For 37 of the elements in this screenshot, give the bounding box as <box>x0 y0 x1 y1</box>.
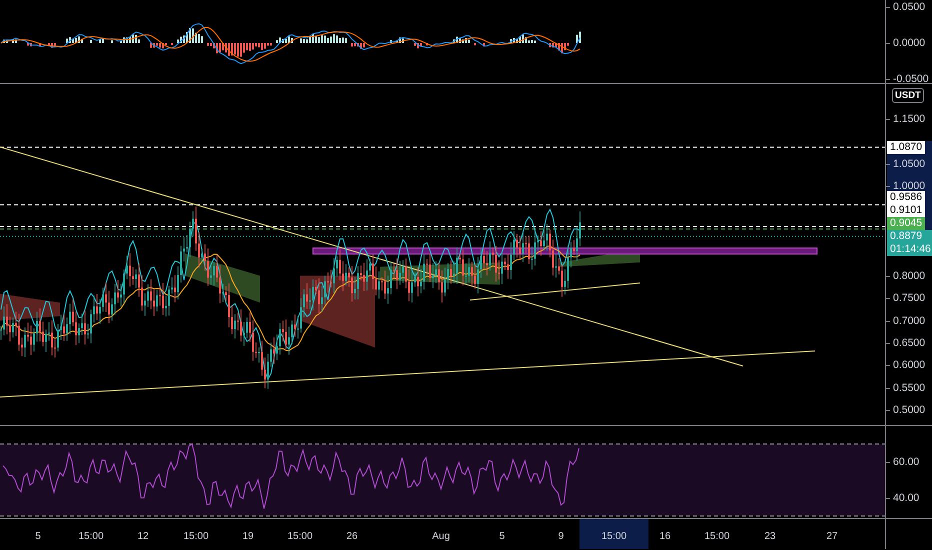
price-label: 1.0500 <box>893 158 926 170</box>
price-label: 1.1500 <box>893 113 926 125</box>
price-value: 0.9101 <box>890 204 922 217</box>
time-label: 15:00 <box>286 530 314 544</box>
price-label: 1.0000 <box>893 180 926 192</box>
time-label: 9 <box>557 530 565 544</box>
price-value: 0.8879 <box>890 230 924 243</box>
time-label: 27 <box>825 530 839 544</box>
price-value: 0.9586 <box>890 190 922 204</box>
time-label: Aug <box>431 530 451 544</box>
price-value: 1.0870 <box>890 140 922 154</box>
price-label: 0.7000 <box>893 314 926 327</box>
time-label: 15:00 <box>182 530 210 544</box>
price-label: 0.6500 <box>893 337 926 349</box>
time-label: 16 <box>658 530 672 544</box>
time-label: 5 <box>498 530 506 544</box>
price-label: 0.5000 <box>893 404 926 416</box>
time-label: 15:00 <box>579 519 649 549</box>
time-label: 15:00 <box>77 530 105 544</box>
price-label: 0.0500 <box>893 1 926 13</box>
countdown-timer: 01:14:46 <box>890 242 931 256</box>
time-label: 5 <box>34 530 42 544</box>
price-label: 0.5500 <box>893 382 926 394</box>
price-value: 0.9045 <box>890 216 922 230</box>
time-label: 26 <box>345 530 359 544</box>
price-label: 40.00 <box>893 492 920 504</box>
time-label: 23 <box>763 530 777 544</box>
time-label: 15:00 <box>703 530 731 544</box>
price-label: 60.00 <box>893 456 920 468</box>
price-label: 0.7500 <box>893 292 926 304</box>
time-label: 19 <box>241 530 255 544</box>
price-label: 0.6000 <box>893 359 926 372</box>
time-label: 12 <box>136 530 150 544</box>
price-label: -0.0500 <box>893 73 929 85</box>
currency-label: USDT <box>892 88 924 103</box>
price-label: 0.8000 <box>893 270 926 282</box>
price-label: 0.0000 <box>893 37 926 49</box>
